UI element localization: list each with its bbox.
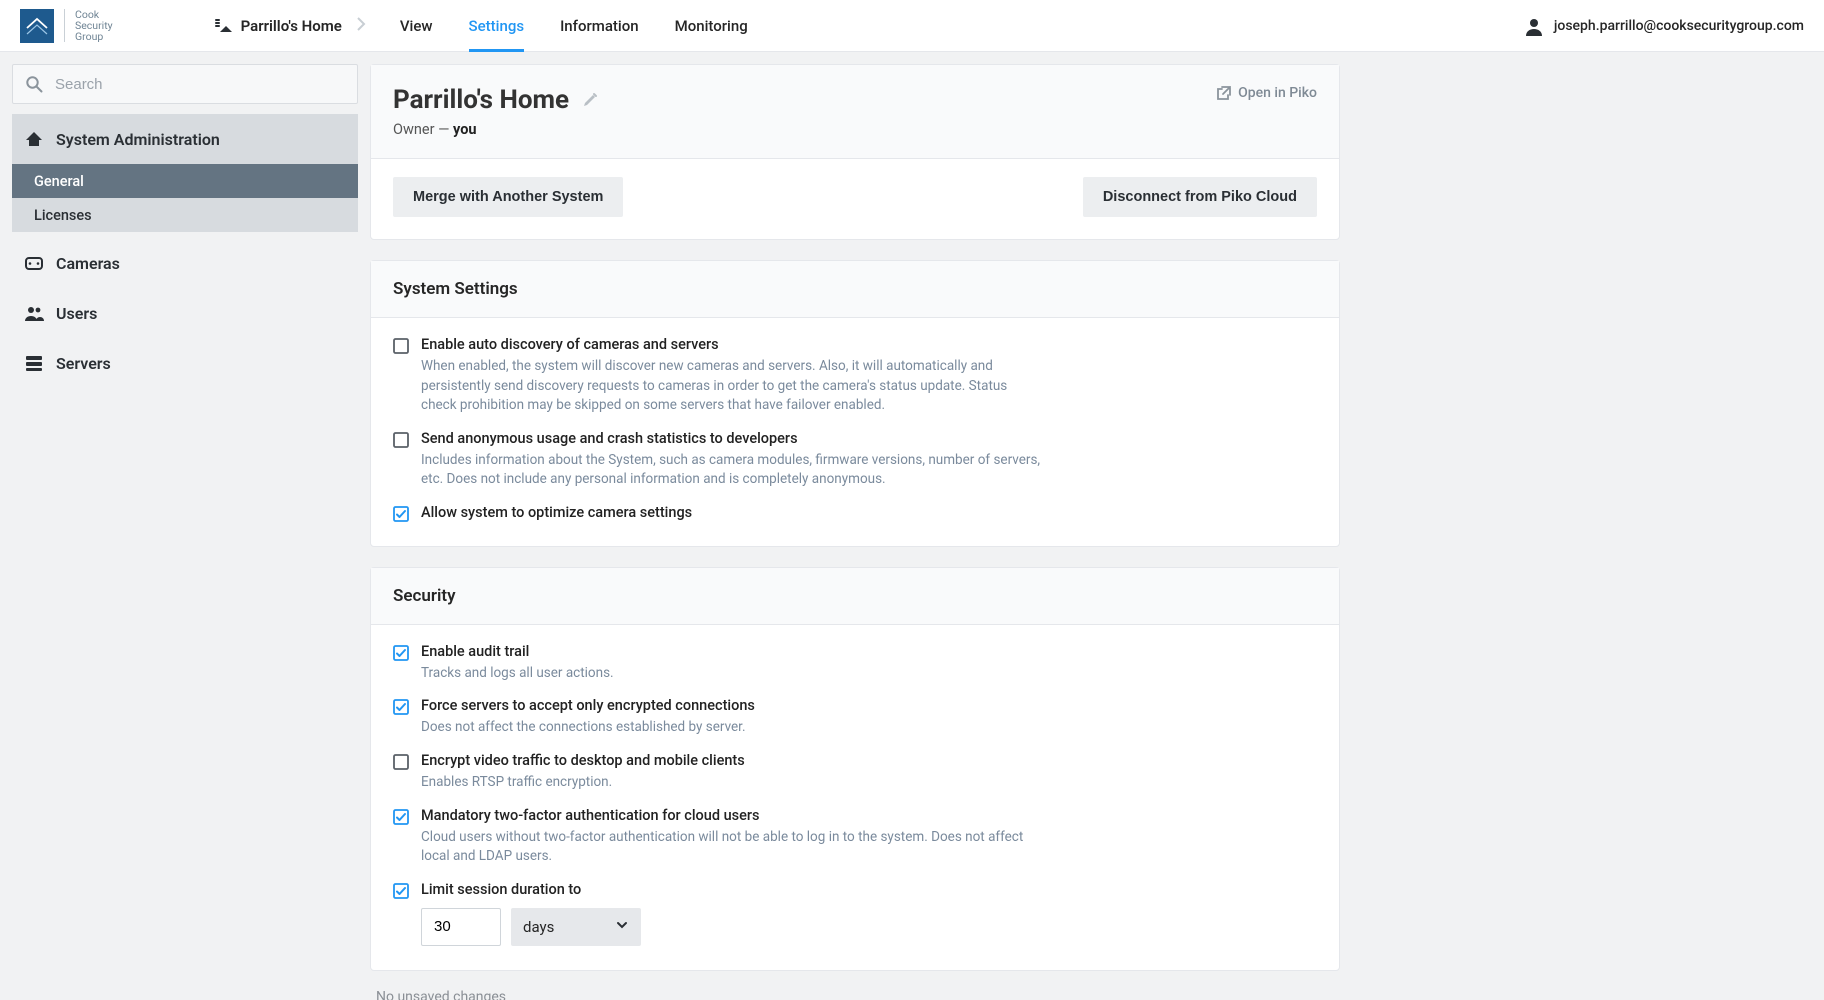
security-setting-help: Does not affect the connections establis… [421, 718, 1041, 738]
sidebar-item-servers[interactable]: Servers [12, 338, 358, 388]
security-setting-row: Mandatory two-factor authentication for … [393, 807, 1317, 867]
merge-system-button[interactable]: Merge with Another System [393, 177, 623, 217]
tab-view[interactable]: View [400, 1, 433, 51]
checkbox[interactable] [393, 883, 409, 946]
search-input[interactable] [53, 75, 345, 94]
tab-monitoring[interactable]: Monitoring [675, 1, 748, 51]
system-setting-label: Enable auto discovery of cameras and ser… [421, 336, 1317, 353]
checkbox[interactable] [393, 754, 409, 793]
system-setting-label: Send anonymous usage and crash statistic… [421, 430, 1317, 447]
home-icon [24, 130, 44, 148]
system-setting-row: Allow system to optimize camera settings [393, 504, 1317, 522]
security-setting-label: Limit session duration to [421, 881, 1317, 898]
servers-icon [24, 354, 44, 372]
security-setting-row: Limit session duration to days [393, 881, 1317, 946]
system-setting-row: Enable auto discovery of cameras and ser… [393, 336, 1317, 416]
brand-logo[interactable]: CookSecurityGroup [20, 9, 113, 43]
checkbox[interactable] [393, 338, 409, 416]
sidebar-sub-licenses[interactable]: Licenses [12, 198, 358, 232]
tab-settings[interactable]: Settings [469, 1, 525, 51]
page-title: Parrillo's Home [393, 85, 569, 115]
security-card: Security Enable audit trail Tracks and lo… [370, 567, 1340, 971]
system-settings-card: System Settings Enable auto discovery of… [370, 260, 1340, 547]
sidebar-item-label: System Administration [56, 130, 220, 149]
tab-information[interactable]: Information [560, 1, 639, 51]
camera-icon [24, 254, 44, 272]
security-setting-row: Force servers to accept only encrypted c… [393, 697, 1317, 738]
sidebar-item-cameras[interactable]: Cameras [12, 238, 358, 288]
security-setting-row: Enable audit trail Tracks and logs all us… [393, 643, 1317, 684]
security-setting-label: Force servers to accept only encrypted c… [421, 697, 1317, 714]
sidebar: System Administration General Licenses C… [0, 52, 370, 1000]
security-setting-help: Enables RTSP traffic encryption. [421, 773, 1041, 793]
breadcrumb: Parrillo's Home View Settings Informatio… [211, 1, 748, 51]
system-setting-row: Send anonymous usage and crash statistic… [393, 430, 1317, 490]
sidebar-item-users[interactable]: Users [12, 288, 358, 338]
sidebar-item-label: Cameras [56, 254, 120, 273]
sidebar-item-label: Users [56, 304, 97, 323]
session-limit-value-input[interactable] [421, 908, 501, 946]
security-setting-help: Cloud users without two-factor authentic… [421, 828, 1041, 867]
checkbox[interactable] [393, 645, 409, 684]
breadcrumb-separator-icon [356, 16, 366, 36]
disconnect-cloud-button[interactable]: Disconnect from Piko Cloud [1083, 177, 1317, 217]
brand-text: CookSecurityGroup [64, 9, 113, 42]
owner-line: Owner — you [393, 121, 599, 138]
section-heading: System Settings [371, 261, 1339, 318]
search-box[interactable] [12, 64, 358, 104]
main-content: Parrillo's Home Owner — you [370, 52, 1824, 1000]
unsaved-changes-label: No unsaved changes [370, 971, 1340, 1000]
sidebar-item-system-administration[interactable]: System Administration [12, 114, 358, 164]
sidebar-nav: System Administration General Licenses C… [12, 114, 358, 388]
external-link-icon [1216, 85, 1232, 101]
checkbox[interactable] [393, 699, 409, 738]
breadcrumb-system[interactable]: Parrillo's Home [211, 17, 342, 35]
checkbox[interactable] [393, 432, 409, 490]
system-header-card: Parrillo's Home Owner — you [370, 64, 1340, 240]
sidebar-sub-general[interactable]: General [12, 164, 358, 198]
account-email: joseph.parrillo@cooksecuritygroup.com [1554, 18, 1804, 34]
chevron-down-icon [615, 918, 629, 936]
system-setting-help: When enabled, the system will discover n… [421, 357, 1041, 416]
security-setting-help: Tracks and logs all user actions. [421, 664, 1041, 684]
security-setting-label: Enable audit trail [421, 643, 1317, 660]
checkbox[interactable] [393, 506, 409, 522]
sidebar-item-label: Servers [56, 354, 111, 373]
security-setting-label: Mandatory two-factor authentication for … [421, 807, 1317, 824]
users-icon [24, 304, 44, 322]
system-setting-help: Includes information about the System, s… [421, 451, 1041, 490]
top-bar: CookSecurityGroup Parrillo's Home View S… [0, 0, 1824, 52]
account-menu[interactable]: joseph.parrillo@cooksecuritygroup.com [1524, 16, 1804, 36]
main-tabs: View Settings Information Monitoring [400, 1, 748, 51]
home-stack-icon [211, 17, 233, 35]
open-in-piko-link[interactable]: Open in Piko [1216, 85, 1317, 101]
search-icon [25, 75, 43, 93]
edit-icon[interactable] [581, 91, 599, 109]
brand-mark-icon [20, 9, 54, 43]
user-icon [1524, 16, 1544, 36]
system-setting-label: Allow system to optimize camera settings [421, 504, 1317, 521]
section-heading: Security [371, 568, 1339, 625]
session-limit-controls: days [421, 908, 1317, 946]
session-limit-unit-select[interactable]: days [511, 908, 641, 946]
security-setting-row: Encrypt video traffic to desktop and mob… [393, 752, 1317, 793]
checkbox[interactable] [393, 809, 409, 867]
security-setting-label: Encrypt video traffic to desktop and mob… [421, 752, 1317, 769]
